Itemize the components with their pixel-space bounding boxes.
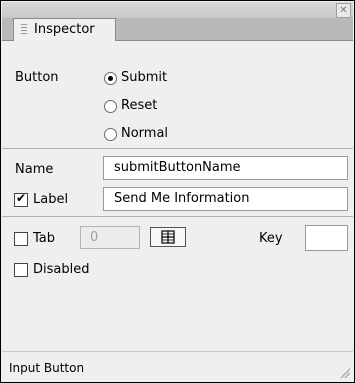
- disabled-checkbox[interactable]: [14, 263, 28, 277]
- radio-submit[interactable]: [104, 72, 117, 85]
- name-input[interactable]: submitButtonName: [103, 156, 348, 180]
- disabled-checkbox-label[interactable]: Disabled: [33, 262, 89, 277]
- status-divider: [2, 351, 353, 352]
- inspector-panel: ✕ Inspector Button Submit Reset Normal N…: [0, 0, 355, 383]
- status-text: Input Button: [9, 361, 85, 375]
- radio-normal[interactable]: [104, 128, 117, 141]
- tab-checkbox[interactable]: [14, 232, 28, 246]
- radio-selected-dot: [108, 76, 113, 81]
- divider: [2, 216, 353, 217]
- checkmark-icon: ✔: [16, 191, 27, 205]
- radio-submit-label[interactable]: Submit: [121, 70, 167, 85]
- label-checkbox-label[interactable]: Label: [33, 192, 68, 207]
- close-icon[interactable]: ✕: [336, 3, 351, 18]
- tab-inspector[interactable]: Inspector: [13, 18, 116, 41]
- key-input[interactable]: [305, 225, 348, 251]
- divider: [2, 148, 353, 149]
- key-label: Key: [259, 231, 283, 246]
- radio-reset[interactable]: [104, 100, 117, 113]
- radio-reset-label[interactable]: Reset: [121, 98, 157, 113]
- label-checkbox[interactable]: ✔: [14, 191, 28, 207]
- tab-index-input: 0: [80, 226, 140, 249]
- tab-order-button[interactable]: [150, 227, 186, 247]
- label-input[interactable]: Send Me Information: [103, 187, 348, 211]
- name-label: Name: [15, 162, 54, 177]
- drag-grip-icon[interactable]: [21, 24, 27, 36]
- tab-checkbox-label[interactable]: Tab: [33, 231, 55, 246]
- panel-titlebar[interactable]: ✕: [2, 2, 353, 18]
- grid-icon: [161, 230, 175, 244]
- resize-grip-icon[interactable]: [340, 368, 350, 378]
- tab-label: Inspector: [34, 22, 95, 37]
- button-type-label: Button: [15, 70, 59, 85]
- radio-normal-label[interactable]: Normal: [121, 126, 168, 141]
